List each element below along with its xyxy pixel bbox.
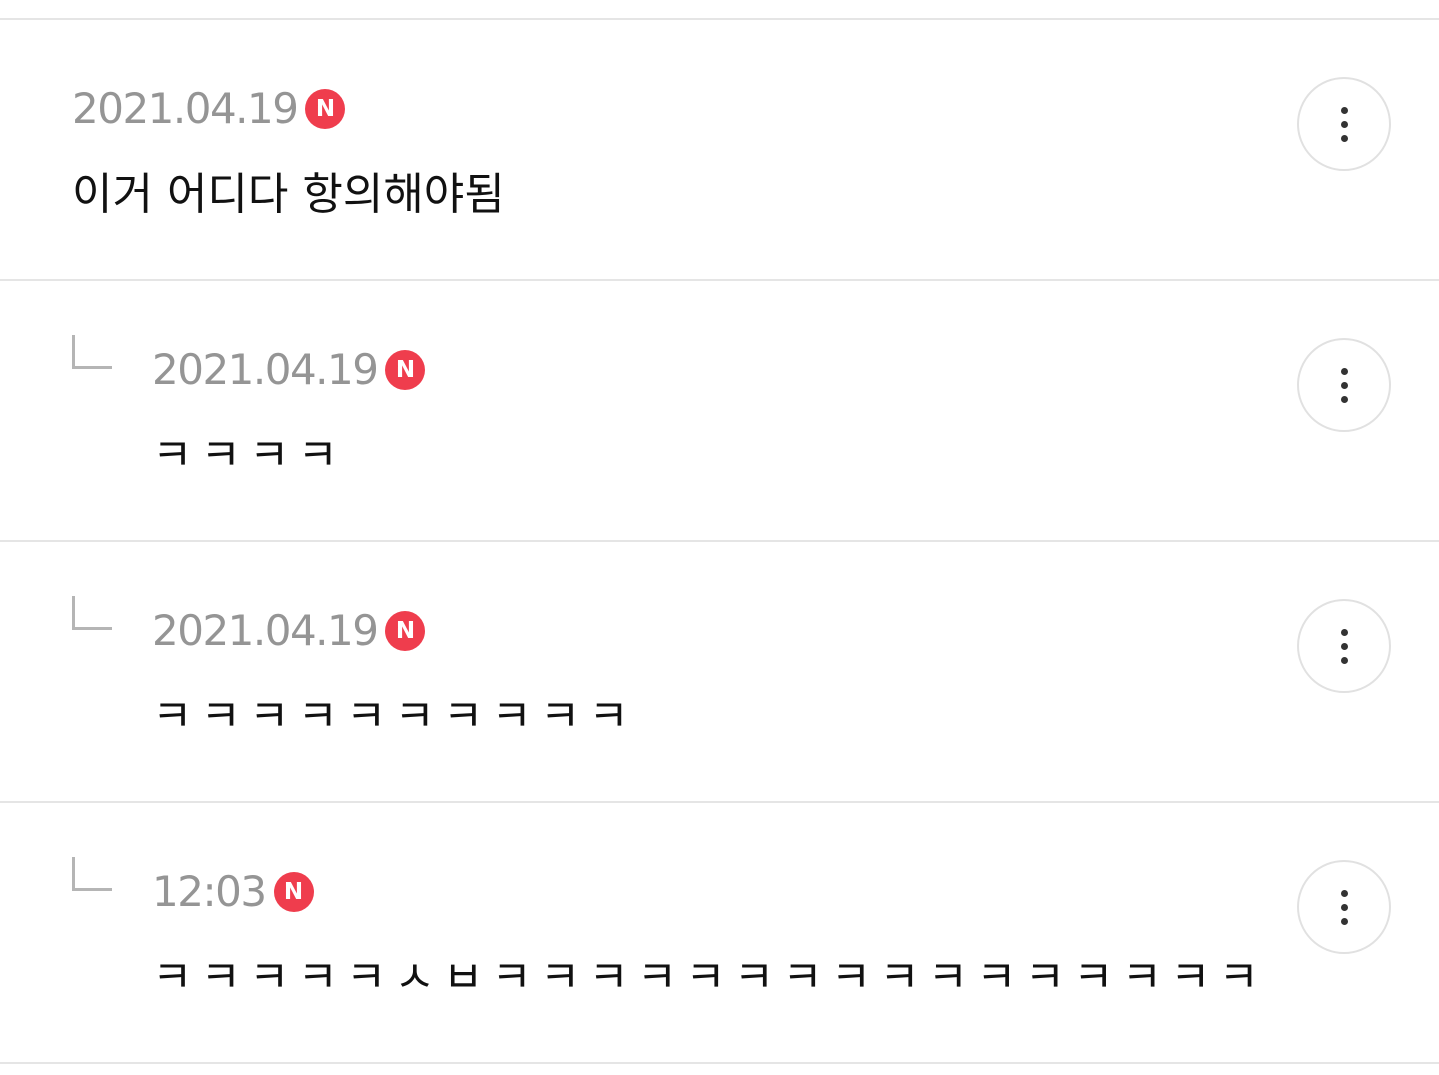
- reply-arrow-icon: [72, 857, 112, 891]
- more-options-button[interactable]: [1297, 860, 1391, 954]
- comment-meta: 2021.04.19 N: [152, 335, 426, 405]
- more-options-button[interactable]: [1297, 599, 1391, 693]
- more-vertical-icon: [1340, 628, 1348, 664]
- comment-meta: 12:03 N: [152, 857, 314, 927]
- comment-date: 2021.04.19: [152, 345, 379, 394]
- comment-text: ㅋㅋㅋㅋㅋㅅㅂㅋㅋㅋㅋㅋㅋㅋㅋㅋㅋㅋㅋㅋㅋㅋㅋ: [152, 952, 1268, 1003]
- reply-arrow-icon: [72, 596, 112, 630]
- more-vertical-icon: [1340, 367, 1348, 403]
- comment-meta: 2021.04.19 N: [72, 74, 346, 144]
- reply-arrow-icon: [72, 335, 112, 369]
- reply-item: 12:03 N ㅋㅋㅋㅋㅋㅅㅂㅋㅋㅋㅋㅋㅋㅋㅋㅋㅋㅋㅋㅋㅋㅋㅋ: [0, 803, 1439, 1064]
- more-options-button[interactable]: [1297, 77, 1391, 171]
- comment-item: 2021.04.19 N 이거 어디다 항의해야됨: [0, 20, 1439, 281]
- comment-date: 12:03: [152, 867, 267, 916]
- more-vertical-icon: [1340, 106, 1348, 142]
- new-badge: N: [273, 872, 314, 912]
- reply-item: 2021.04.19 N ㅋㅋㅋㅋㅋㅋㅋㅋㅋㅋ: [0, 542, 1439, 803]
- comment-list: 2021.04.19 N 이거 어디다 항의해야됨 2021.04.19 N ㅋ…: [0, 0, 1439, 1075]
- new-badge: N: [385, 350, 426, 390]
- comment-date: 2021.04.19: [72, 84, 299, 133]
- more-vertical-icon: [1340, 889, 1348, 925]
- reply-item: 2021.04.19 N ㅋㅋㅋㅋ: [0, 281, 1439, 542]
- more-options-button[interactable]: [1297, 338, 1391, 432]
- new-badge: N: [305, 89, 346, 129]
- comment-date: 2021.04.19: [152, 606, 379, 655]
- comment-text: ㅋㅋㅋㅋ: [152, 430, 346, 481]
- comment-text: ㅋㅋㅋㅋㅋㅋㅋㅋㅋㅋ: [152, 691, 637, 742]
- comment-meta: 2021.04.19 N: [152, 596, 426, 666]
- new-badge: N: [385, 611, 426, 651]
- comment-text: 이거 어디다 항의해야됨: [72, 169, 505, 220]
